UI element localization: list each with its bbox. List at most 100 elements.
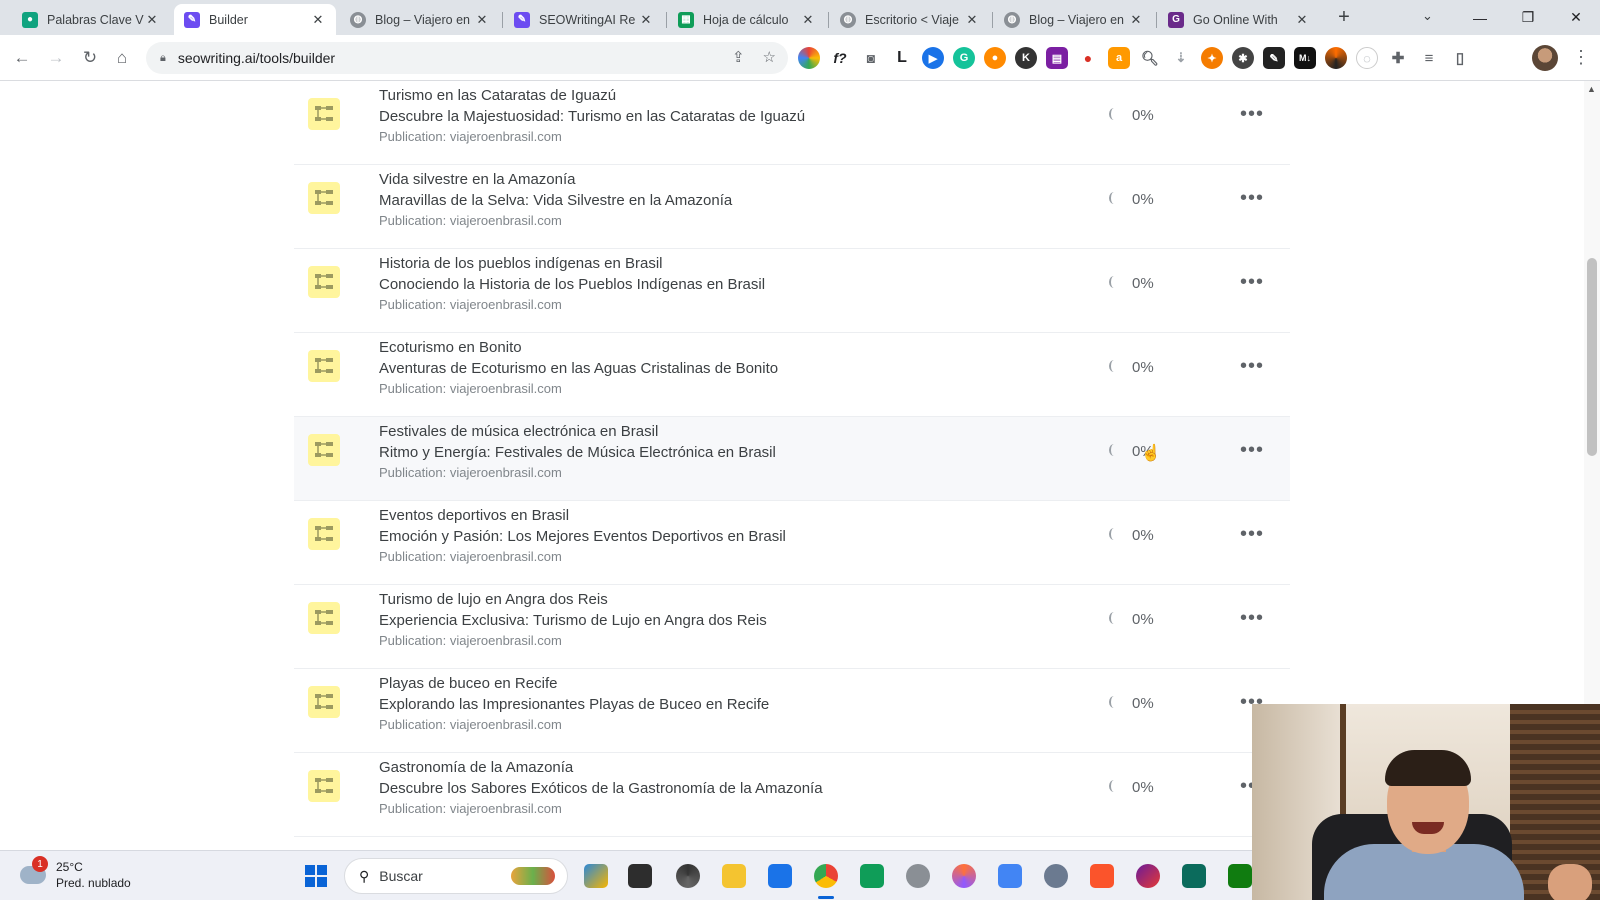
fire-icon[interactable]: ✦ [1201,47,1223,69]
m-extension-icon[interactable]: M↓ [1294,47,1316,69]
docs-icon[interactable] [998,864,1022,888]
chrome-dev-icon[interactable] [676,864,700,888]
xbox-icon[interactable] [1228,864,1252,888]
article-title[interactable]: Descubre la Majestuosidad: Turismo en la… [379,108,805,125]
article-title[interactable]: Experiencia Exclusiva: Turismo de Lujo e… [379,612,767,629]
tab-seowriting[interactable]: ✎ SEOWritingAI Re ✕ [504,4,664,35]
url-text[interactable]: seowriting.ai/tools/builder [178,50,335,66]
article-title[interactable]: Ritmo y Energía: Festivales de Música El… [379,444,776,461]
download-icon[interactable]: ⇣ [1170,47,1192,69]
close-icon[interactable]: ✕ [1128,12,1144,28]
browser-menu-icon[interactable]: ⋮ [1572,47,1590,68]
home-icon[interactable]: ⌂ [110,46,134,70]
orange-extension-icon[interactable] [1325,47,1347,69]
restore-icon[interactable]: ❐ [1504,0,1552,35]
share-icon[interactable]: ⇪ [732,48,745,66]
article-row[interactable]: Historia de los pueblos indígenas en Bra… [294,249,1290,333]
article-row[interactable]: Ecoturismo en Bonito Aventuras de Ecotur… [294,333,1290,417]
back-icon[interactable]: ← [10,46,34,70]
gear-extension-icon[interactable]: ✱ [1232,47,1254,69]
tab-blog-viajero[interactable]: ◍ Blog – Viajero en ✕ [340,4,500,35]
firefox-icon[interactable] [952,864,976,888]
copilot-icon[interactable] [584,864,608,888]
sheets-app-icon[interactable] [860,864,884,888]
tab-escritorio[interactable]: ◍ Escritorio < Viaje ✕ [830,4,990,35]
close-icon[interactable]: ✕ [1294,12,1310,28]
article-title[interactable]: Aventuras de Ecoturismo en las Aguas Cri… [379,360,778,377]
headset-icon[interactable] [1136,864,1160,888]
close-icon[interactable]: ✕ [474,12,490,28]
profile-avatar[interactable] [1532,45,1558,71]
article-title[interactable]: Conociendo la Historia de los Pueblos In… [379,276,765,293]
tab-builder[interactable]: ✎ Builder ✕ [174,4,336,35]
notebook-icon[interactable]: ▤ [1046,47,1068,69]
camera-icon[interactable]: ◙ [860,47,882,69]
amazon-icon[interactable]: a [1108,47,1130,69]
side-panel-icon[interactable]: ▯ [1449,47,1471,69]
article-title[interactable]: Explorando las Impresionantes Playas de … [379,696,769,713]
terminal-icon[interactable] [628,864,652,888]
article-keyword: Playas de buceo en Recife [379,675,558,692]
font-finder-icon[interactable]: f? [829,47,851,69]
compass-icon[interactable]: ◌ [1356,47,1378,69]
puzzle-icon[interactable]: ✚ [1387,47,1409,69]
article-title[interactable]: Maravillas de la Selva: Vida Silvestre e… [379,192,732,209]
tab-go-online[interactable]: G Go Online With ✕ [1158,4,1320,35]
taskbar-search[interactable]: ⚲ Buscar [344,858,568,894]
new-tab-button[interactable]: + [1332,6,1356,29]
brave-icon[interactable] [1090,864,1114,888]
more-options-icon[interactable]: ••• [1240,439,1264,462]
article-row[interactable]: Gastronomía de la Amazonía Descubre los … [294,753,1290,837]
reddit-icon[interactable]: ● [984,47,1006,69]
article-title[interactable]: Emoción y Pasión: Los Mejores Eventos De… [379,528,786,545]
tab-blog-viajero-2[interactable]: ◍ Blog – Viajero en ✕ [994,4,1154,35]
file-explorer-icon[interactable] [722,864,746,888]
chrome-icon[interactable] [814,864,838,888]
more-options-icon[interactable]: ••• [1240,355,1264,378]
window-close-icon[interactable]: ✕ [1552,0,1600,35]
article-row[interactable]: Turismo en las Cataratas de Iguazú Descu… [294,81,1290,165]
color-picker-icon[interactable] [798,47,820,69]
grammarly-icon[interactable]: G [953,47,975,69]
minimize-icon[interactable]: — [1456,0,1504,35]
lock-icon[interactable]: 🔒︎ [160,52,166,65]
gear-icon[interactable] [1044,864,1068,888]
k-extension-icon[interactable]: K [1015,47,1037,69]
settings-icon[interactable] [906,864,930,888]
close-icon[interactable]: ✕ [800,12,816,28]
media-queue-icon[interactable]: ≡ [1418,47,1440,69]
l-extension-icon[interactable]: L [891,47,913,69]
tab-hoja-calculo[interactable]: ▦ Hoja de cálculo ✕ [668,4,826,35]
tab-search-icon[interactable]: ⌄ [1422,8,1433,24]
more-options-icon[interactable]: ••• [1240,523,1264,546]
edit-extension-icon[interactable]: ✎ [1263,47,1285,69]
scrollbar-thumb[interactable] [1587,258,1597,456]
bookmark-star-icon[interactable]: ☆ [763,48,776,66]
windows-start-icon[interactable] [305,865,327,887]
close-icon[interactable]: ✕ [638,12,654,28]
terminal2-icon[interactable] [1182,864,1206,888]
reload-icon[interactable]: ↻ [78,46,102,70]
more-options-icon[interactable]: ••• [1240,103,1264,126]
play-extension-icon[interactable]: ▶ [922,47,944,69]
article-row[interactable]: Turismo de lujo en Angra dos Reis Experi… [294,585,1290,669]
article-row[interactable]: Playas de buceo en Recife Explorando las… [294,669,1290,753]
article-keyword: Vida silvestre en la Amazonía [379,171,576,188]
mail-icon[interactable] [768,864,792,888]
more-options-icon[interactable]: ••• [1240,607,1264,630]
zoom-icon[interactable]: 🔍︎ [1139,47,1161,69]
more-options-icon[interactable]: ••• [1240,271,1264,294]
more-options-icon[interactable]: ••• [1240,187,1264,210]
address-bar[interactable]: 🔒︎ seowriting.ai/tools/builder ⇪ ☆ [146,42,788,74]
scroll-up-arrow-icon[interactable]: ▲ [1587,84,1596,94]
article-row[interactable]: Eventos deportivos en Brasil Emoción y P… [294,501,1290,585]
tab-palabras-clave[interactable]: ● Palabras Clave V ✕ [12,4,170,35]
forward-icon[interactable]: → [44,46,68,70]
close-icon[interactable]: ✕ [144,12,160,28]
tomato-icon[interactable]: ● [1077,47,1099,69]
weather-widget[interactable]: 1 25°C Pred. nublado [20,856,131,891]
close-icon[interactable]: ✕ [310,12,326,28]
article-row[interactable]: Vida silvestre en la Amazonía Maravillas… [294,165,1290,249]
close-icon[interactable]: ✕ [964,12,980,28]
article-title[interactable]: Descubre los Sabores Exóticos de la Gast… [379,780,823,797]
